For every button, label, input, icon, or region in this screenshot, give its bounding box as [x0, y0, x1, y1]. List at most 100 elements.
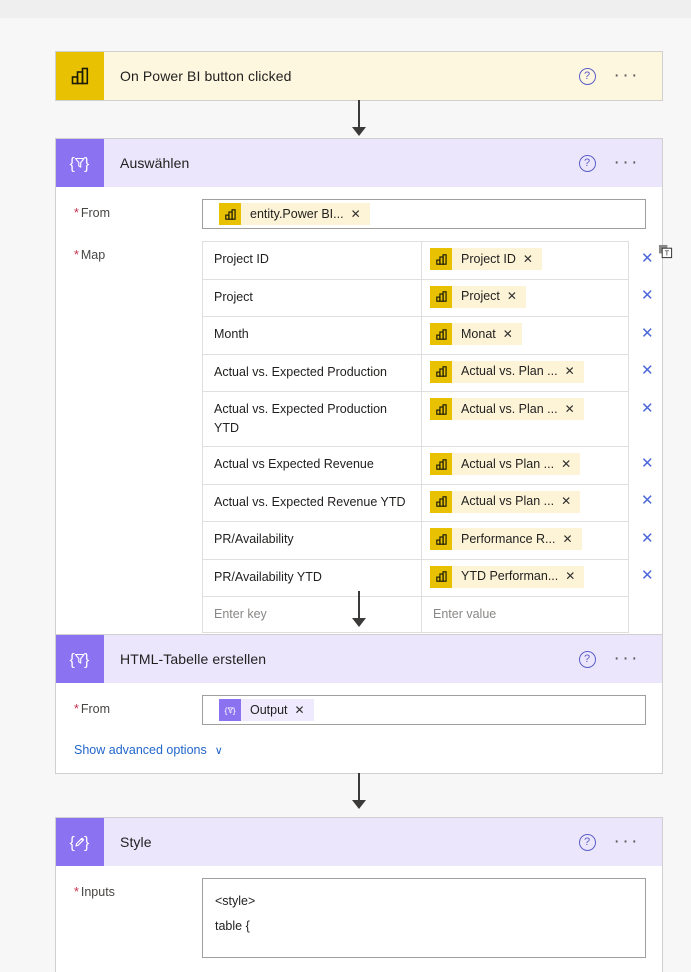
switch-to-text-mode-icon[interactable]: T [658, 244, 673, 262]
map-row: Actual vs. Expected Production YTD Actual… [202, 391, 629, 447]
map-value-cell[interactable]: Actual vs. Plan ... ✕ [421, 353, 629, 392]
map-row: Actual vs. Expected Production Actual vs.… [202, 353, 629, 392]
map-key-cell[interactable]: Actual vs. Expected Revenue YTD [202, 483, 422, 522]
style-card-body: * Inputs <style> table { [56, 866, 662, 972]
token-label: Actual vs. Plan ... [461, 401, 558, 416]
remove-map-row-icon[interactable]: ✕ [637, 286, 654, 304]
map-key-cell[interactable]: Project ID [202, 241, 422, 280]
select-from-label: * From [74, 206, 111, 220]
remove-map-row-icon[interactable]: ✕ [637, 399, 654, 417]
map-value-cell[interactable]: Actual vs. Plan ... ✕ [421, 391, 629, 447]
token-powerbi-field[interactable]: Actual vs. Plan ... ✕ [430, 398, 584, 420]
remove-map-row-icon[interactable]: ✕ [637, 324, 654, 342]
token-powerbi-field[interactable]: YTD Performan... ✕ [430, 565, 585, 588]
map-key-cell[interactable]: PR/Availability YTD [202, 558, 422, 597]
remove-token-icon[interactable]: ✕ [295, 703, 314, 717]
remove-token-icon[interactable]: ✕ [561, 492, 580, 511]
power-bi-icon [430, 248, 452, 270]
map-value-placeholder[interactable]: Enter value [433, 607, 496, 621]
remove-map-row-icon[interactable]: ✕ [637, 249, 654, 267]
token-label: entity.Power BI... [250, 207, 344, 221]
map-row: PR/Availability Performance R... ✕ [202, 521, 629, 560]
map-key-cell[interactable]: PR/Availability [202, 521, 422, 560]
more-options-icon[interactable]: ··· [614, 66, 640, 85]
map-value-cell[interactable]: Project ✕ [421, 278, 629, 317]
remove-token-icon[interactable]: ✕ [565, 567, 584, 586]
remove-map-row-icon[interactable]: ✕ [637, 491, 654, 509]
help-icon[interactable]: ? [578, 650, 596, 668]
connector-arrow [352, 591, 366, 627]
action-card-style[interactable]: { } Style ? ··· * Inputs <style> table { [55, 817, 663, 972]
svg-text:{: { [70, 652, 76, 669]
map-key-cell[interactable]: Month [202, 316, 422, 355]
remove-token-icon[interactable]: ✕ [507, 287, 526, 306]
help-icon[interactable]: ? [578, 67, 596, 85]
select-filter-icon: { } [56, 635, 104, 683]
remove-token-icon[interactable]: ✕ [562, 530, 581, 549]
select-map-control: Project ID Project ID ✕ Project Project ✕ Mont… [202, 241, 673, 633]
token-powerbi-field[interactable]: Actual vs Plan ... ✕ [430, 490, 581, 513]
trigger-card-header[interactable]: On Power BI button clicked ? ··· [56, 52, 662, 100]
remove-token-icon[interactable]: ✕ [503, 325, 522, 344]
map-key-cell[interactable]: Actual vs. Expected Production [202, 353, 422, 392]
style-inputs-textarea[interactable]: <style> table { [202, 878, 646, 958]
remove-token-icon[interactable]: ✕ [561, 455, 580, 474]
select-card-header[interactable]: { } Auswählen ? ··· [56, 139, 662, 187]
map-value-cell[interactable]: Actual vs Plan ... ✕ [421, 483, 629, 522]
token-label: Monat [461, 326, 496, 341]
remove-token-icon[interactable]: ✕ [565, 362, 584, 381]
html-table-from-input[interactable]: { } Output ✕ [202, 695, 646, 725]
power-bi-icon [430, 285, 452, 308]
trigger-card[interactable]: On Power BI button clicked ? ··· [55, 51, 663, 101]
map-value-cell[interactable]: Actual vs Plan ... ✕ [421, 446, 629, 485]
token-powerbi-field[interactable]: Monat ✕ [430, 323, 522, 345]
remove-token-icon[interactable]: ✕ [565, 400, 584, 419]
map-value-cell[interactable]: Monat ✕ [421, 316, 629, 355]
show-advanced-options-link[interactable]: Show advanced options ∨ [56, 725, 223, 759]
help-icon[interactable]: ? [578, 154, 596, 172]
remove-map-row-icon[interactable]: ✕ [637, 566, 654, 584]
map-key-cell[interactable]: Project [202, 278, 422, 317]
token-powerbi-field[interactable]: Performance R... ✕ [430, 528, 582, 550]
action-card-select[interactable]: { } Auswählen ? ··· * From entity.Power … [55, 138, 673, 648]
more-options-icon[interactable]: ··· [614, 153, 640, 172]
svg-text:T: T [665, 251, 670, 258]
more-options-icon[interactable]: ··· [614, 832, 640, 851]
select-from-control: entity.Power BI... ✕ [202, 199, 646, 229]
action-card-html-table[interactable]: { } HTML-Tabelle erstellen ? ··· *From [55, 634, 663, 774]
select-map-label: * Map [74, 248, 106, 262]
map-key-cell[interactable]: Actual vs Expected Revenue [202, 446, 422, 485]
select-card-body: * From entity.Power BI... ✕ * Map Projec… [56, 187, 673, 647]
remove-token-icon[interactable]: ✕ [523, 250, 542, 269]
map-value-cell[interactable]: Performance R... ✕ [421, 521, 629, 560]
html-table-card-header[interactable]: { } HTML-Tabelle erstellen ? ··· [56, 635, 662, 683]
style-card-header[interactable]: { } Style ? ··· [56, 818, 662, 866]
trigger-title: On Power BI button clicked [120, 68, 292, 84]
chevron-down-icon: ∨ [214, 744, 223, 757]
help-icon[interactable]: ? [578, 833, 596, 851]
token-powerbi-field[interactable]: Actual vs Plan ... ✕ [430, 453, 581, 475]
remove-token-icon[interactable]: ✕ [351, 207, 370, 221]
token-output[interactable]: { } Output ✕ [219, 699, 314, 721]
select-from-input[interactable]: entity.Power BI... ✕ [202, 199, 646, 229]
token-powerbi-field[interactable]: Actual vs. Plan ... ✕ [430, 360, 584, 383]
remove-map-row-icon[interactable]: ✕ [637, 454, 654, 472]
svg-text:{: { [224, 705, 227, 715]
more-options-icon[interactable]: ··· [614, 649, 640, 668]
connector-arrow [352, 100, 366, 136]
remove-map-row-icon[interactable]: ✕ [637, 529, 654, 547]
token-powerbi-field[interactable]: Project ✕ [430, 285, 526, 308]
token-entity-powerbi[interactable]: entity.Power BI... ✕ [219, 203, 370, 225]
map-key-cell[interactable]: Actual vs. Expected Production YTD [202, 391, 422, 447]
html-table-from-label: * From [74, 702, 111, 716]
map-row: Actual vs. Expected Revenue YTD Actual vs… [202, 483, 629, 522]
map-key-placeholder[interactable]: Enter key [214, 607, 267, 621]
map-value-cell[interactable]: Project ID ✕ [421, 241, 629, 280]
token-powerbi-field[interactable]: Project ID ✕ [430, 248, 542, 270]
html-table-from-control: { } Output ✕ [202, 695, 646, 725]
compose-pencil-icon: { } [56, 818, 104, 866]
remove-map-row-icon[interactable]: ✕ [637, 361, 654, 379]
map-row: Actual vs Expected Revenue Actual vs Plan… [202, 446, 629, 485]
map-value-cell[interactable]: YTD Performan... ✕ [421, 558, 629, 597]
power-bi-icon [430, 453, 452, 475]
